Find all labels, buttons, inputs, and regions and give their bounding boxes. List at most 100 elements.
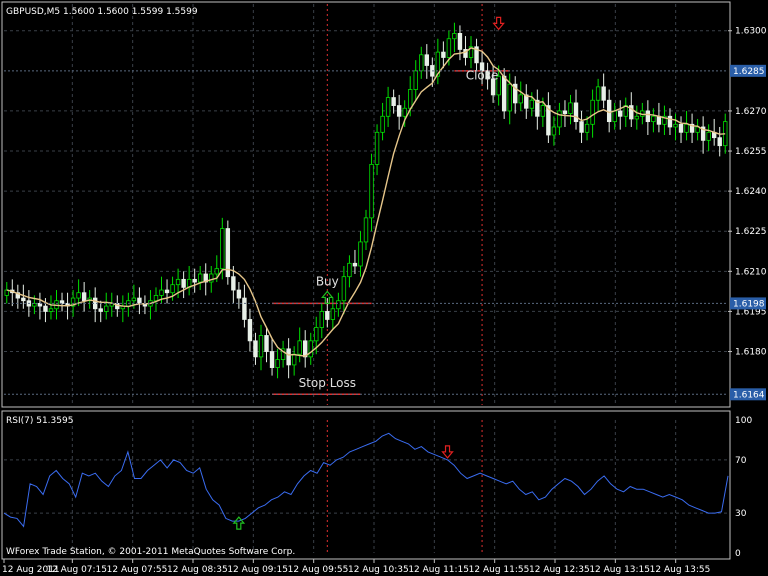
candle-body: [214, 268, 219, 275]
current-price-tag: 1.6285: [733, 67, 765, 77]
rsi-tick-label: 30: [735, 509, 747, 519]
chart-background: [0, 0, 768, 576]
candle-body: [457, 33, 463, 50]
time-tick-label: 12 Aug 13:55: [650, 565, 711, 575]
candle-body: [667, 115, 673, 128]
candle-body: [153, 294, 159, 302]
candle-body: [325, 311, 330, 320]
candle-body: [258, 335, 264, 358]
trading-chart: 1.6300 1.6270 1.6255 1.6240 1.6225 1.6210 1.61…: [0, 0, 768, 576]
rsi-label: RSI(7) 51.3595: [6, 416, 73, 426]
price-tick-label: 1.6300: [735, 27, 767, 37]
candle-body: [291, 353, 297, 366]
time-tick-label: 12 Aug 09:15: [227, 565, 288, 575]
candle-body: [231, 276, 236, 291]
candle-body: [380, 115, 385, 133]
candle-body: [717, 137, 722, 147]
candle: [225, 220, 231, 285]
candle-body: [43, 305, 48, 312]
candle-body: [524, 94, 529, 109]
time-tick-label: 12 Aug 08:35: [167, 565, 228, 575]
time-tick-label: 12 Aug 11:15: [408, 565, 469, 575]
time-tick-label: 12 Aug 09:55: [288, 565, 349, 575]
candle-body: [330, 308, 336, 320]
candle-body: [81, 292, 87, 302]
price-tick-label: 1.6240: [735, 187, 767, 197]
price-tick-label: 1.6180: [735, 348, 767, 358]
candle-body: [651, 115, 656, 123]
rsi-tick-label: 70: [735, 456, 747, 466]
candle-body: [181, 278, 186, 288]
candle-body: [396, 105, 402, 117]
symbol-info: GBPUSD,M5 1.5600 1.5600 1.5599 1.5599: [6, 7, 198, 17]
candle-body: [247, 319, 253, 342]
candle-body: [308, 340, 313, 358]
candle-body: [673, 123, 678, 128]
candle-body: [529, 99, 535, 109]
candle-body: [507, 83, 512, 112]
candle-body: [612, 110, 617, 123]
candle-body: [601, 86, 606, 101]
candle-body: [358, 241, 363, 267]
candle-body: [347, 262, 352, 278]
time-tick-label: 12 Aug 07:55: [107, 565, 168, 575]
candle-body: [314, 327, 319, 342]
candle-body: [236, 289, 242, 299]
candle-body: [220, 228, 225, 270]
candle-body: [253, 340, 258, 358]
candle-body: [374, 131, 380, 165]
candle-body: [197, 273, 203, 283]
candle-body: [441, 51, 446, 58]
candle-body: [540, 105, 546, 117]
candle-body: [242, 297, 247, 320]
candle-body: [369, 163, 374, 219]
candle-body: [164, 289, 170, 294]
candle-body: [363, 217, 369, 243]
annotation-stop-loss: Stop Loss: [299, 376, 356, 390]
annotation-close: Close: [466, 69, 499, 83]
candle-body: [21, 297, 26, 302]
candle-body: [419, 54, 424, 72]
price-tick-label: 1.6270: [735, 107, 767, 117]
candle-body: [501, 75, 507, 112]
stoploss-price-tag: 1.6164: [733, 390, 765, 400]
copyright-text: WForex Trade Station, © 2001-2011 MetaQu…: [6, 547, 295, 557]
candle-body: [606, 99, 612, 123]
candle-body: [584, 123, 590, 133]
candle-body: [590, 99, 595, 125]
price-tick-label: 1.6225: [735, 227, 767, 237]
rsi-tick-label: 100: [735, 416, 752, 426]
time-tick-label: 12 Aug 12:35: [529, 565, 590, 575]
candle-body: [684, 123, 689, 133]
candle-body: [391, 97, 396, 106]
candle-body: [170, 284, 175, 294]
candle-body: [408, 89, 413, 109]
candle-body: [706, 131, 711, 141]
candle-body: [98, 308, 103, 312]
candle-body: [402, 107, 407, 117]
candle-body: [159, 289, 164, 296]
candle-body: [286, 348, 291, 366]
candle-body: [634, 115, 640, 120]
candle-body: [579, 121, 584, 133]
candle-body: [352, 262, 358, 267]
candle-body: [452, 33, 457, 40]
candle-body: [104, 305, 109, 312]
candle-body: [209, 273, 214, 283]
time-tick-label: 12 Aug 11:55: [469, 565, 530, 575]
candle-body: [618, 110, 623, 117]
candle-body: [275, 359, 280, 368]
candle-body: [336, 300, 341, 310]
price-tick-label: 1.6255: [735, 147, 767, 157]
candle-body: [518, 94, 523, 104]
candle-body: [446, 38, 452, 58]
candle-body: [568, 102, 573, 115]
candle-body: [48, 308, 54, 312]
candle-body: [551, 126, 557, 136]
candle-body: [341, 276, 347, 302]
candle-body: [645, 110, 651, 123]
candle-body: [595, 86, 601, 101]
annotation-buy: Buy: [316, 274, 339, 288]
candle-body: [562, 110, 568, 115]
candle-body: [385, 97, 391, 117]
